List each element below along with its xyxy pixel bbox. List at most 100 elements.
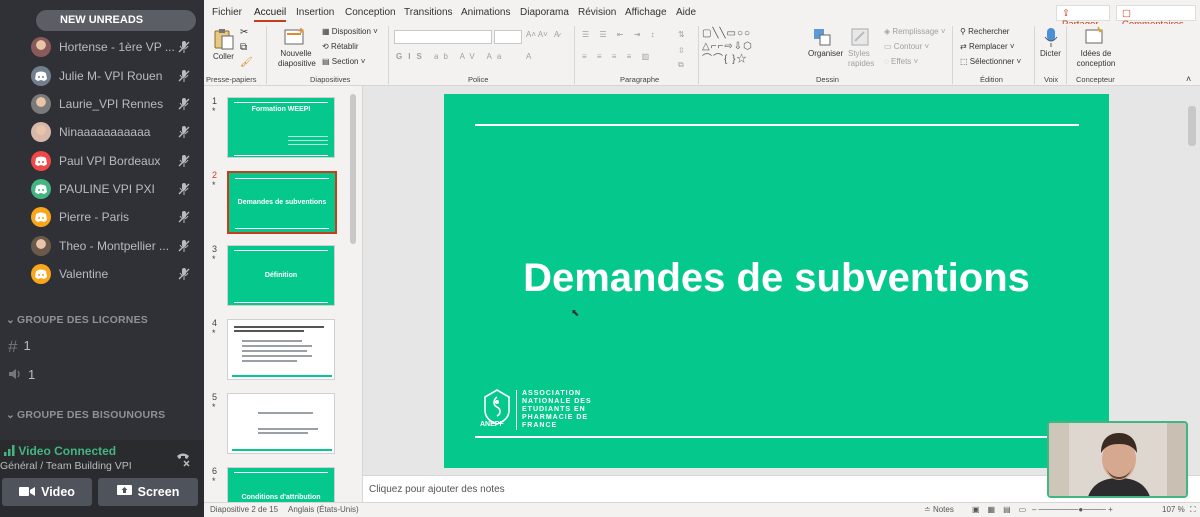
slide-thumbnail-1[interactable]: Formation WEEPI — [227, 97, 335, 158]
arrange-icon[interactable] — [812, 27, 834, 47]
collapse-ribbon-icon[interactable]: ˄ — [1186, 74, 1191, 84]
new-unreads-banner[interactable]: NEW UNREADS — [36, 10, 196, 31]
design-ideas-icon[interactable] — [1084, 26, 1106, 46]
font-effect-buttons[interactable]: ab AV Aa — [434, 52, 506, 61]
microphone-icon[interactable] — [1044, 27, 1058, 49]
section-button[interactable]: ▤ Section ˅ — [322, 57, 365, 66]
voice-user[interactable]: Ninaaaaaaaaaaa — [0, 118, 204, 146]
replace-button[interactable]: ⇄ Remplacer ˅ — [960, 42, 1015, 51]
language-indicator[interactable]: Anglais (États-Unis) — [288, 505, 359, 514]
webcam-preview[interactable] — [1047, 421, 1188, 498]
shape-fill-button[interactable]: ◈ Remplissage ˅ — [884, 27, 946, 36]
font-style-buttons[interactable]: GIS — [396, 52, 428, 61]
list-buttons[interactable]: ☰ ☰ ⇤ ⇥ ↕ — [582, 30, 659, 39]
new-slide-icon[interactable] — [284, 27, 306, 47]
find-label: Rechercher — [968, 27, 1010, 36]
category-groupe-des-licornes[interactable]: ⌄ GROUPE DES LICORNES — [6, 314, 148, 326]
tab-conception[interactable]: Conception — [345, 7, 396, 18]
group-label-voix: Voix — [1044, 75, 1059, 84]
comments-button[interactable]: ▢ Commentaires — [1116, 5, 1196, 30]
cut-icon[interactable]: ✂ — [240, 27, 248, 38]
quick-styles-icon[interactable] — [850, 27, 870, 47]
slide-thumbnail-3[interactable]: Définition — [227, 245, 335, 306]
slide-thumbnail-2[interactable]: Demandes de subventions — [226, 170, 338, 235]
text-channel-1[interactable]: #1 — [8, 337, 31, 357]
voice-user[interactable]: Pierre - Paris — [0, 203, 204, 231]
slide-thumbnail-4[interactable] — [227, 319, 335, 380]
zoom-level[interactable]: 107 % — [1162, 505, 1185, 514]
tab-animations[interactable]: Animations — [461, 7, 510, 18]
group-label-police: Police — [468, 75, 489, 84]
shape-effects-button[interactable]: ◌ Effets ˅ — [884, 57, 918, 66]
slide-title[interactable]: Demandes de subventions — [444, 256, 1109, 301]
notes-toggle[interactable]: ≐ Notes — [924, 505, 954, 514]
muted-microphone-icon — [178, 70, 190, 82]
voice-user[interactable]: Theo - Montpellier ... — [0, 232, 204, 260]
design-ideas-label[interactable]: Idées de conception — [1074, 49, 1118, 69]
copy-icon[interactable]: ⧉ — [240, 42, 247, 53]
slide-thumbnail-5[interactable] — [227, 393, 335, 454]
tab-transitions[interactable]: Transitions — [404, 7, 453, 18]
smartart-icon[interactable]: ⧉ — [678, 60, 684, 70]
dictate-label[interactable]: Dicter — [1040, 49, 1061, 58]
disconnect-call-icon[interactable] — [174, 450, 192, 468]
format-painter-icon[interactable]: 🖌 — [240, 57, 253, 68]
text-direction-icon[interactable]: ⇅ — [678, 30, 685, 39]
new-slide-label[interactable]: Nouvelle diapositive — [278, 49, 316, 69]
tab-diaporama[interactable]: Diaporama — [520, 7, 569, 18]
thumb-rule — [234, 102, 328, 103]
voice-user[interactable]: Valentine — [0, 260, 204, 288]
select-label: Sélectionner — [969, 57, 1015, 66]
paste-label[interactable]: Coller — [213, 52, 234, 61]
clear-format-icon[interactable]: A̷ — [554, 30, 559, 39]
shapes-gallery[interactable]: ▢╲╲▭○○ △⌐⌐⇨⇩⬡ ⌒⌒{ }☆ — [702, 27, 802, 71]
font-color-icon[interactable]: A — [526, 52, 531, 61]
tab-accueil[interactable]: Accueil — [254, 7, 286, 18]
tab-insertion[interactable]: Insertion — [296, 7, 334, 18]
fit-to-window-icon[interactable]: ⛶ — [1190, 505, 1196, 515]
quick-styles-label[interactable]: Styles rapides — [848, 49, 878, 69]
layout-button[interactable]: ▦ Disposition ˅ — [322, 27, 378, 36]
tab-affichage[interactable]: Affichage — [625, 7, 667, 18]
tab-aide[interactable]: Aide — [676, 7, 696, 18]
shape-outline-button[interactable]: ▭ Contour ˅ — [884, 42, 929, 51]
font-family-select[interactable] — [394, 30, 492, 44]
canvas-scrollbar[interactable] — [1188, 106, 1196, 146]
voice-user[interactable]: PAULINE VPI PXI — [0, 175, 204, 203]
voice-user[interactable]: Laurie_VPI Rennes — [0, 90, 204, 118]
voice-user[interactable]: Hortense - 1ère VP ... — [0, 33, 204, 61]
select-button[interactable]: ⬚ Sélectionner ˅ — [960, 57, 1021, 66]
slide-thumbnail-6[interactable]: Conditions d'attribution — [227, 467, 335, 502]
reset-button[interactable]: ⟲ Rétablir — [322, 42, 359, 51]
avatar — [31, 94, 51, 114]
voice-user-name: Valentine — [59, 267, 109, 281]
video-connected-status[interactable]: Video Connected — [4, 444, 116, 458]
layout-icon: ▦ — [322, 27, 330, 36]
align-text-icon[interactable]: ⇳ — [678, 46, 685, 55]
speaker-icon — [9, 369, 20, 379]
video-button[interactable]: Video — [2, 478, 92, 506]
voice-user[interactable]: Paul VPI Bordeaux — [0, 147, 204, 175]
effects-label: Effets — [891, 57, 912, 66]
voice-user[interactable]: Julie M- VPI Rouen — [0, 62, 204, 90]
font-size-buttons[interactable]: A˄ A˅ — [526, 30, 548, 39]
voice-channel-location[interactable]: Général / Team Building VPI — [0, 460, 132, 472]
voice-channel-1[interactable]: 1 — [8, 367, 35, 382]
screen-share-icon — [116, 485, 132, 495]
screen-button-label: Screen — [137, 485, 180, 499]
align-buttons[interactable]: ≡ ≡ ≡ ≡ ▥ — [582, 52, 653, 61]
view-buttons[interactable]: ▣▦▤▭ — [972, 505, 1034, 514]
arrange-label[interactable]: Organiser — [808, 49, 843, 58]
font-size-select[interactable] — [494, 30, 522, 44]
current-slide[interactable]: Demandes de subventions ASSOCIATION NATI… — [444, 94, 1109, 468]
find-button[interactable]: ⚲ Rechercher — [960, 27, 1009, 36]
screen-share-button[interactable]: Screen — [98, 478, 198, 506]
zoom-slider[interactable]: – ───────●──── + — [1032, 505, 1113, 514]
outline-icon: ▭ — [884, 42, 892, 51]
share-button[interactable]: ⇪ Partager — [1056, 5, 1110, 30]
tab-revision[interactable]: Révision — [578, 7, 616, 18]
paste-icon[interactable] — [212, 27, 236, 51]
category-groupe-des-bisounours[interactable]: ⌄ GROUPE DES BISOUNOURS — [6, 409, 165, 421]
thumbnails-scrollbar[interactable] — [350, 94, 356, 244]
tab-fichier[interactable]: Fichier — [212, 7, 242, 18]
